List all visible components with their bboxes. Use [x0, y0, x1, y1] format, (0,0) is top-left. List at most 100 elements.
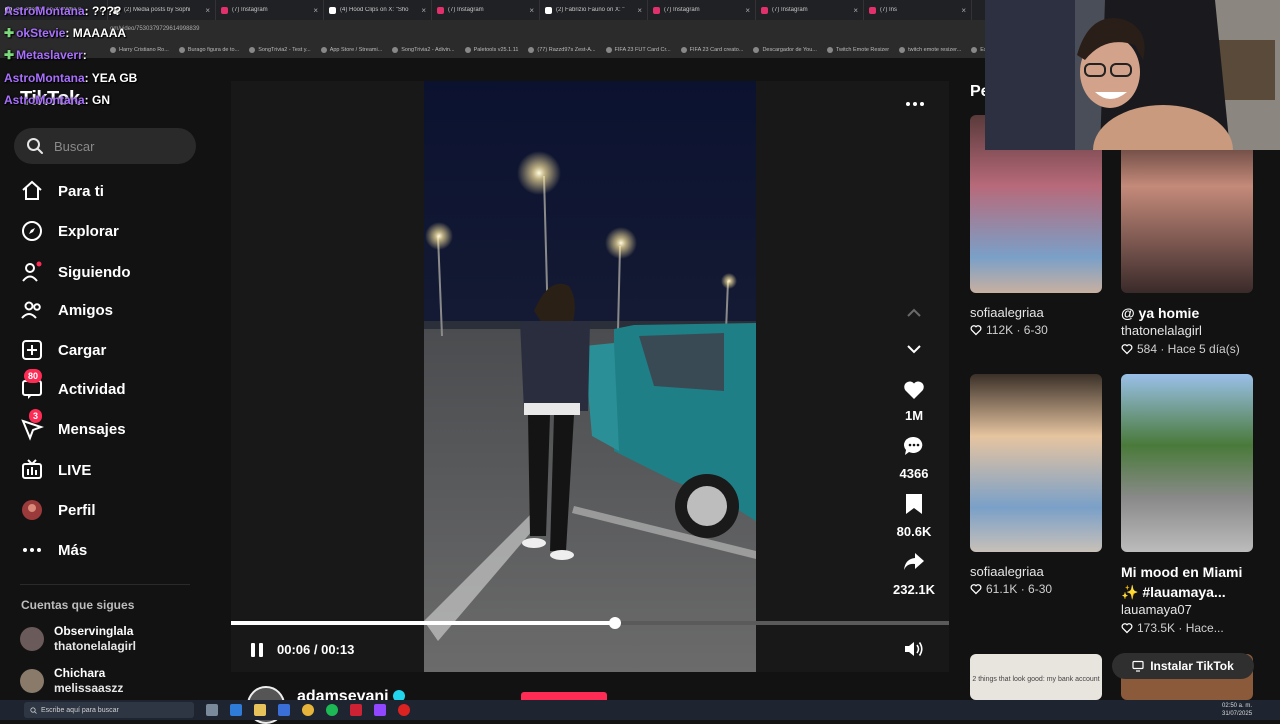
browser-tab[interactable]: (7) Instagram ×	[648, 0, 756, 20]
home-icon	[20, 179, 44, 203]
edge-icon[interactable]	[230, 704, 242, 716]
video-title[interactable]: @ ya homie	[1121, 303, 1253, 323]
taskbar-search[interactable]: Escribe aquí para buscar	[24, 702, 194, 718]
browser-tab[interactable]: (7) Instagram ×	[432, 0, 540, 20]
comment-button[interactable]	[902, 434, 926, 458]
browser-tab[interactable]: (7) Instagram ×	[216, 0, 324, 20]
bookmark-label: Twitch Emote Resizer	[835, 47, 890, 53]
video-frame[interactable]	[424, 81, 756, 672]
video-thumbnail-4[interactable]	[1121, 374, 1253, 552]
sidebar-item-cargar[interactable]: Cargar	[20, 335, 200, 365]
browser-tab[interactable]: (2) Fabrizio Fauno on X: " ×	[540, 0, 648, 20]
bookmark-item[interactable]: Twitch Emote Resizer	[826, 47, 890, 53]
sidebar-item-perfil[interactable]: Perfil	[20, 495, 200, 525]
sidebar-item-label: Para ti	[58, 182, 104, 200]
bookmark-label: Harry Cristiano Ro...	[119, 47, 169, 53]
sidebar-item-live[interactable]: LIVE	[20, 455, 200, 485]
save-button[interactable]	[903, 492, 925, 516]
sidebar-item-siguiendo[interactable]: Siguiendo	[20, 257, 200, 287]
bookmark-item[interactable]: Descargador de You...	[753, 47, 817, 53]
time-display: 00:06 / 00:13	[277, 642, 355, 657]
more-icon	[20, 538, 44, 562]
bookmark-item[interactable]: Harry Cristiano Ro...	[110, 47, 169, 53]
like-button[interactable]	[902, 378, 926, 402]
chat-message: AstroMontana: GN	[4, 93, 110, 107]
next-video-button[interactable]	[905, 342, 923, 356]
video-title[interactable]: sofiaalegriaa	[970, 303, 1102, 323]
mail-icon[interactable]	[278, 704, 290, 716]
bookmark-item[interactable]: FIFA 23 FUT Card Cr...	[605, 47, 671, 53]
video-thumbnail-5[interactable]: 2 things that look good: my bank account	[970, 654, 1102, 700]
search-box[interactable]	[14, 128, 196, 164]
bookmark-item[interactable]: App Store / Streami...	[320, 47, 383, 53]
spotify-icon[interactable]	[326, 704, 338, 716]
followed-account[interactable]: Chichara melissaaszz	[20, 663, 210, 699]
previous-video-button[interactable]	[905, 306, 923, 320]
account-handle: thatonelalagirl	[54, 639, 137, 653]
followed-account[interactable]: Observinglala thatonelalagirl	[20, 621, 210, 657]
close-icon[interactable]: ×	[313, 6, 318, 15]
chrome-icon[interactable]	[302, 704, 314, 716]
video-author[interactable]: lauamaya07	[1121, 602, 1192, 617]
task-view-icon[interactable]	[206, 704, 218, 716]
chat-text: :	[82, 48, 87, 62]
browser-tab[interactable]: (7) Ins ×	[864, 0, 972, 20]
bookmark-label: FIFA 23 FUT Card Cr...	[614, 47, 671, 53]
file-explorer-icon[interactable]	[254, 704, 266, 716]
sidebar-item-amigos[interactable]: Amigos	[20, 295, 200, 325]
close-icon[interactable]: ×	[205, 6, 210, 15]
sidebar-item-más[interactable]: Más	[20, 535, 200, 565]
bookmark-item[interactable]: Paletools v25.1.11	[464, 47, 518, 53]
close-icon[interactable]: ×	[961, 6, 966, 15]
following-section-title: Cuentas que sigues	[21, 598, 135, 612]
bookmark-icon	[753, 47, 760, 53]
taskbar-search-label: Escribe aquí para buscar	[41, 706, 119, 714]
sidebar-item-explorar[interactable]: Explorar	[20, 216, 200, 246]
search-input[interactable]	[54, 138, 184, 154]
heart-outline-icon	[970, 584, 982, 595]
monitor-icon	[1132, 660, 1144, 672]
bookmark-icon	[392, 47, 399, 53]
opera-icon[interactable]	[398, 704, 410, 716]
pause-button[interactable]	[247, 640, 267, 660]
video-title[interactable]: sofiaalegriaa	[970, 562, 1102, 582]
bookmark-label: App Store / Streami...	[329, 47, 383, 53]
bookmark-label: SongTrivia2 - Adivin...	[401, 47, 455, 53]
bookmark-item[interactable]: FIFA 23 Card creato...	[680, 47, 743, 53]
sidebar-item-mensajes[interactable]: 3 Mensajes	[20, 409, 200, 444]
browser-tab[interactable]: (7) Instagram ×	[756, 0, 864, 20]
share-button[interactable]	[902, 550, 926, 574]
close-icon[interactable]: ×	[637, 6, 642, 15]
install-tiktok-button[interactable]: Instalar TikTok	[1112, 653, 1254, 679]
sidebar-item-actividad[interactable]: 80 Actividad	[20, 369, 200, 404]
bookmark-icon	[464, 47, 471, 53]
bookmark-item[interactable]: (77) Razzd97s Zest-A...	[528, 47, 596, 53]
live-icon	[20, 458, 44, 482]
sidebar-item-label: Más	[58, 541, 88, 559]
volume-button[interactable]	[903, 639, 925, 659]
bookmark-item[interactable]: SongTrivia2 - Adivin...	[392, 47, 455, 53]
close-icon[interactable]: ×	[421, 6, 426, 15]
close-icon[interactable]: ×	[745, 6, 750, 15]
bookmark-item[interactable]: Estadio Pri...	[971, 47, 985, 53]
browser-tab[interactable]: (4) Hood Clips on X: "Sho ×	[324, 0, 432, 20]
progress-knob[interactable]	[609, 617, 621, 629]
chat-badge-icon: ✚	[4, 48, 15, 62]
sidebar-item-para-ti[interactable]: Para ti	[20, 176, 200, 206]
video-author[interactable]: thatonelalagirl	[1121, 323, 1202, 338]
close-icon[interactable]: ×	[853, 6, 858, 15]
more-options-button[interactable]	[904, 96, 926, 112]
close-icon[interactable]: ×	[529, 6, 534, 15]
bookmark-item[interactable]: SongTrivia2 - Test y...	[249, 47, 311, 53]
bookmark-item[interactable]: twitch emote resizer...	[899, 47, 961, 53]
chat-username: okStevie	[16, 26, 66, 40]
video-title[interactable]: Mi mood en Miami ✨ #lauamaya...	[1121, 562, 1253, 602]
video-thumbnail-3[interactable]	[970, 374, 1102, 552]
twitch-icon[interactable]	[374, 704, 386, 716]
tab-favicon-icon	[653, 6, 660, 14]
browser-tab[interactable]: (2) Media posts by Sophi ×	[108, 0, 216, 20]
notification-badge: 80	[24, 369, 43, 383]
taskbar: Escribe aquí para buscar	[0, 700, 1280, 720]
app-icon[interactable]	[350, 704, 362, 716]
bookmark-item[interactable]: Burago figura de to...	[178, 47, 239, 53]
